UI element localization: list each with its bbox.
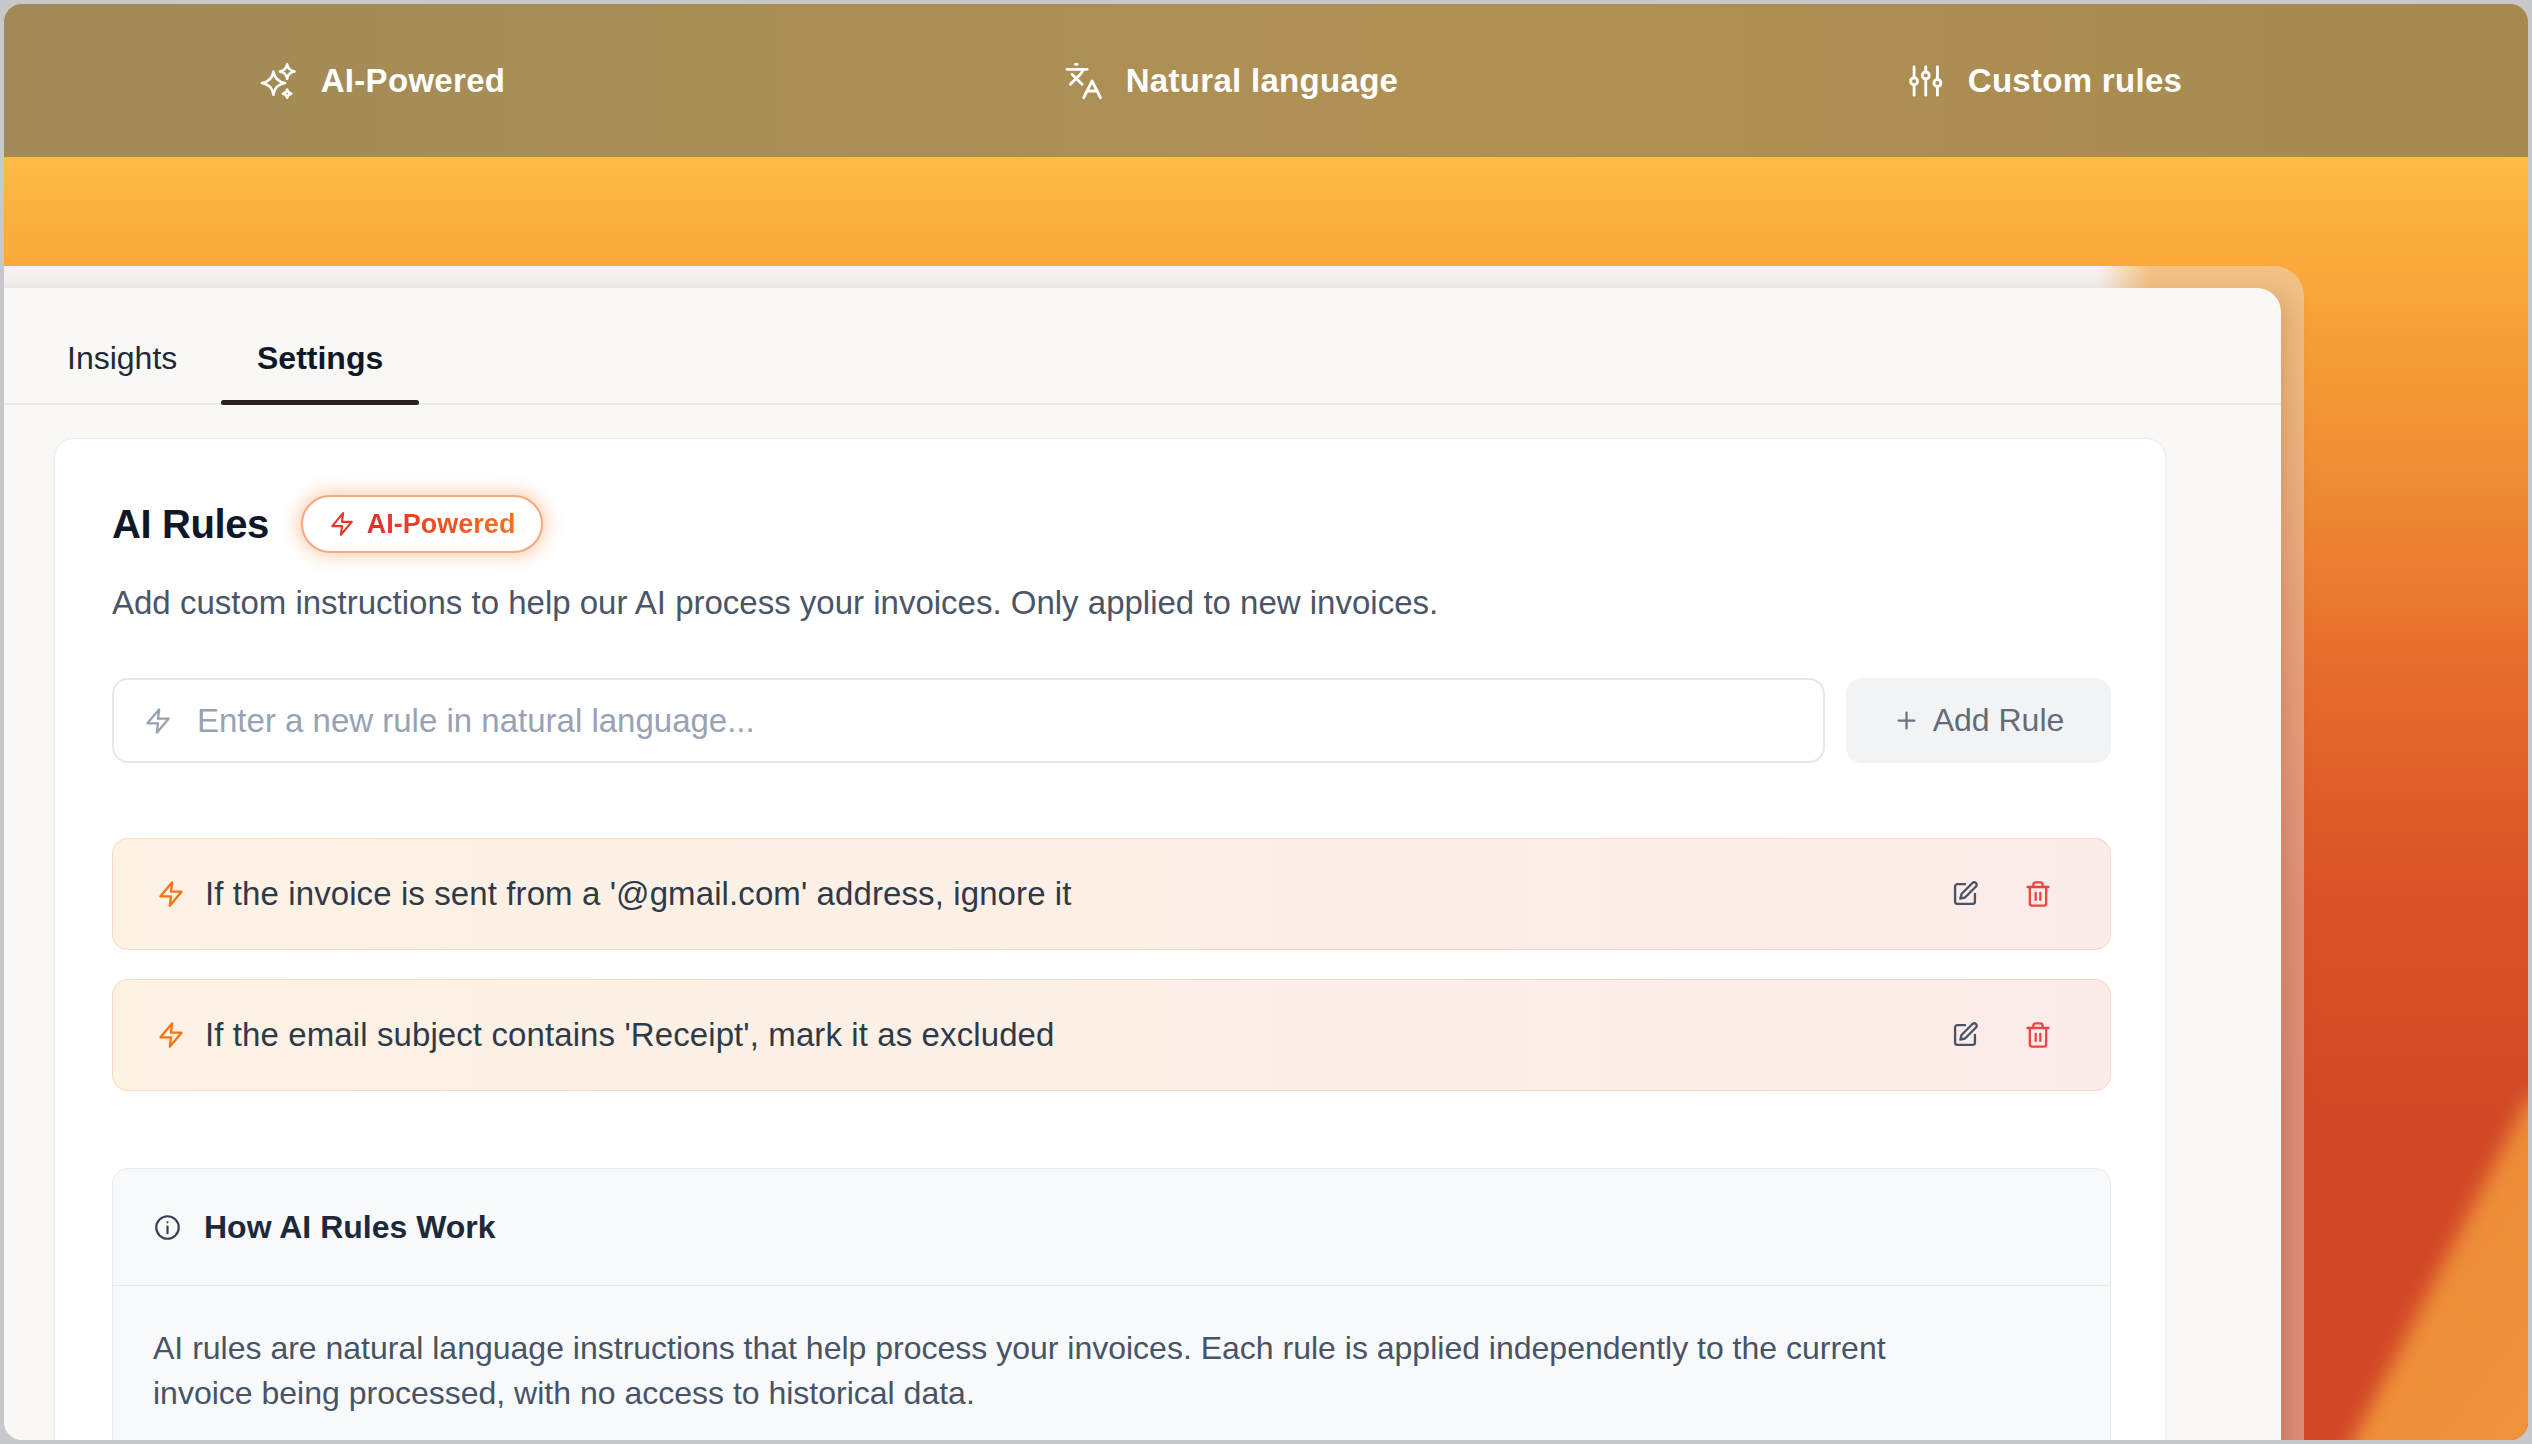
tab-settings[interactable]: Settings	[257, 340, 383, 377]
section-description: Add custom instructions to help our AI p…	[112, 584, 1438, 622]
rule-text: If the invoice is sent from a '@gmail.co…	[205, 875, 1072, 913]
section-title: AI Rules	[112, 502, 269, 547]
plus-icon	[1893, 707, 1920, 734]
sparkles-icon	[259, 61, 299, 101]
zap-icon	[329, 511, 355, 537]
ai-powered-badge: AI-Powered	[301, 495, 544, 553]
how-body: AI rules are natural language instructio…	[113, 1286, 2008, 1440]
rule-item: If the email subject contains 'Receipt',…	[112, 979, 2111, 1091]
add-rule-label: Add Rule	[1933, 702, 2065, 739]
edit-icon[interactable]	[1951, 1021, 1979, 1049]
feature-label: Natural language	[1126, 62, 1399, 100]
feature-ai-powered: AI-Powered	[259, 4, 506, 157]
input-placeholder: Enter a new rule in natural language...	[197, 702, 755, 740]
delete-icon[interactable]	[2024, 1021, 2052, 1049]
delete-icon[interactable]	[2024, 880, 2052, 908]
tab-insights[interactable]: Insights	[67, 340, 177, 377]
how-ai-rules-work-box: How AI Rules Work AI rules are natural l…	[112, 1168, 2111, 1440]
sliders-icon	[1906, 61, 1946, 101]
feature-label: Custom rules	[1968, 62, 2182, 100]
ai-rules-panel: AI Rules AI-Powered Add custom instructi…	[54, 438, 2166, 1440]
info-icon	[153, 1213, 182, 1242]
zap-icon	[157, 1021, 185, 1049]
edit-icon[interactable]	[1951, 880, 1979, 908]
screenshot-frame: AI-Powered Natural language Custom rules…	[4, 4, 2528, 1440]
badge-label: AI-Powered	[367, 509, 516, 540]
translate-icon	[1064, 61, 1104, 101]
feature-banner: AI-Powered Natural language Custom rules	[4, 4, 2528, 157]
rule-text: If the email subject contains 'Receipt',…	[205, 1016, 1055, 1054]
feature-custom-rules: Custom rules	[1906, 4, 2182, 157]
zap-icon	[144, 707, 172, 735]
feature-label: AI-Powered	[321, 62, 506, 100]
how-header: How AI Rules Work	[113, 1169, 2110, 1286]
how-title: How AI Rules Work	[204, 1209, 496, 1246]
active-tab-indicator	[221, 400, 419, 405]
rule-item: If the invoice is sent from a '@gmail.co…	[112, 838, 2111, 950]
feature-natural-language: Natural language	[1064, 4, 1399, 157]
zap-icon	[157, 880, 185, 908]
new-rule-input[interactable]: Enter a new rule in natural language...	[112, 678, 1825, 763]
add-rule-button[interactable]: Add Rule	[1846, 678, 2111, 763]
